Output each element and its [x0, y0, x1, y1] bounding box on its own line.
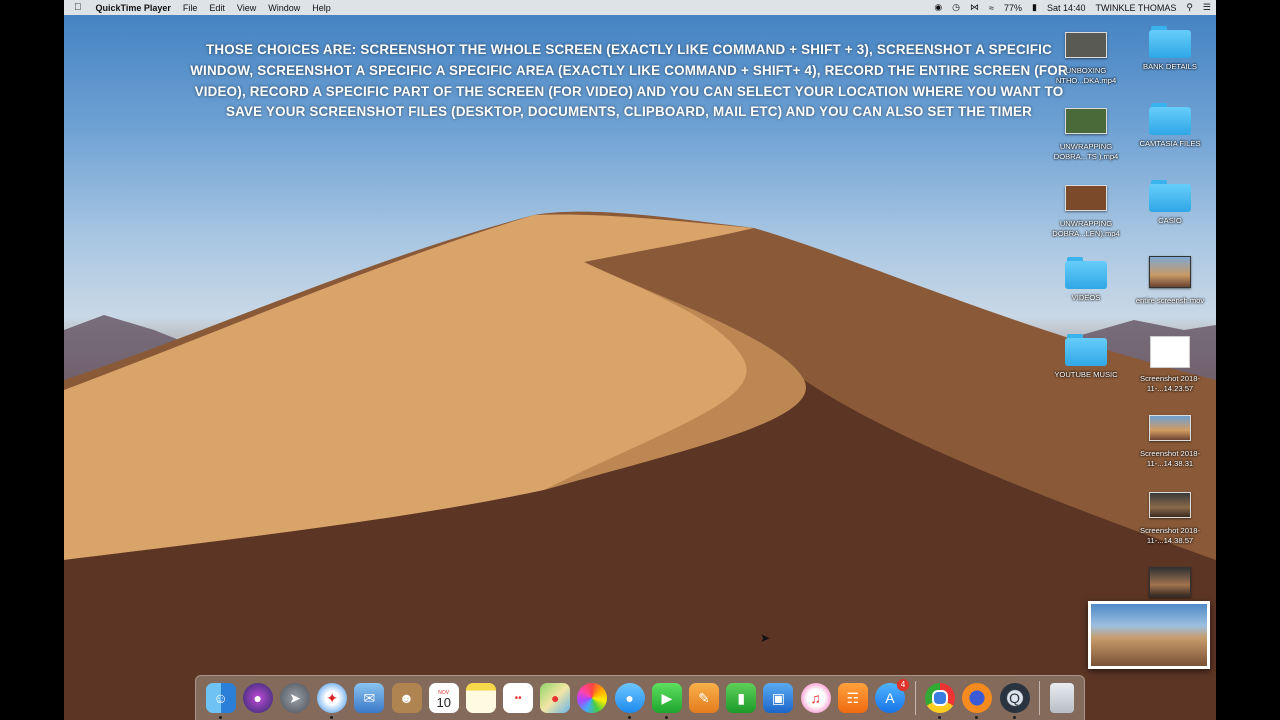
desktop-folder-camtasia[interactable]: CAMTASIA FILES: [1131, 103, 1209, 149]
image-thumbnail: [1149, 567, 1191, 597]
video-thumbnail: [1065, 108, 1107, 134]
folder-icon: [1149, 26, 1191, 58]
calendar-icon[interactable]: NOV 10: [428, 683, 459, 713]
desktop-screen:  QuickTime Player File Edit View Window…: [64, 0, 1216, 720]
desktop-screenshot-1[interactable]: Screenshot 2018-11-...14.23.57: [1131, 334, 1209, 394]
menu-window[interactable]: Window: [262, 3, 306, 13]
launchpad-icon[interactable]: ➤: [279, 683, 310, 713]
folder-icon: [1065, 334, 1107, 366]
tutorial-caption: THOSE CHOICES ARE: SCREENSHOT THE WHOLE …: [190, 42, 1068, 120]
desktop-video-entire-screenshot[interactable]: entire screensh.mov: [1131, 250, 1209, 306]
calendar-day: 10: [436, 695, 451, 710]
menu-edit[interactable]: Edit: [203, 3, 231, 13]
numbers-icon[interactable]: ▮: [726, 683, 757, 713]
mouse-cursor-icon: ➤: [760, 631, 771, 645]
menu-user[interactable]: TWINKLE THOMAS: [1090, 3, 1181, 13]
desktop-item-label: VIDEOS: [1071, 293, 1101, 302]
image-thumbnail: [1149, 415, 1191, 441]
folder-icon: [1149, 180, 1191, 212]
desktop-folder-youtube-music[interactable]: YOUTUBE MUSIC: [1047, 334, 1125, 380]
wifi-icon[interactable]: ≈: [984, 3, 999, 13]
battery-icon[interactable]: ▮: [1027, 2, 1042, 13]
desktop-item-label: Screenshot 2018-11-...14.38.57: [1140, 526, 1200, 545]
facetime-icon[interactable]: ▶: [651, 683, 682, 719]
desktop-screenshot-3[interactable]: Screenshot 2018-11-...14.38.57: [1131, 486, 1209, 546]
folder-icon: [1065, 257, 1107, 289]
desktop-folder-casio[interactable]: CASIO: [1131, 180, 1209, 226]
trash-icon[interactable]: [1049, 683, 1074, 713]
desktop-item-label: BANK DETAILS: [1143, 62, 1197, 71]
desktop-item-label: Screenshot 2018-11-...14.23.57: [1140, 374, 1200, 393]
itunes-icon[interactable]: ♫: [800, 683, 831, 713]
menu-app-name[interactable]: QuickTime Player: [90, 3, 177, 13]
desktop-folder-bank-details[interactable]: BANK DETAILS: [1131, 26, 1209, 72]
battery-percent[interactable]: 77%: [999, 3, 1027, 13]
mail-icon[interactable]: ✉: [354, 683, 385, 713]
desktop-item-label: YOUTUBE MUSIC: [1054, 370, 1118, 379]
video-thumbnail: [1149, 256, 1191, 288]
quicktime-icon[interactable]: Q: [999, 683, 1030, 719]
desktop-item-label: Screenshot 2018-11-...14.38.31: [1140, 449, 1200, 468]
firefox-icon[interactable]: [962, 683, 993, 719]
video-thumbnail: [1065, 32, 1107, 58]
menu-file[interactable]: File: [177, 3, 204, 13]
record-status-icon[interactable]: ◉: [929, 2, 947, 13]
time-machine-icon[interactable]: ◷: [947, 2, 965, 13]
desktop-video-unboxing[interactable]: UNBOXING NTHO...DKA.mp4: [1047, 26, 1125, 86]
desktop-item-label: UNWRAPPING DOBRA...LEN).mp4: [1052, 219, 1120, 238]
folder-icon: [1149, 103, 1191, 135]
bluetooth-icon[interactable]: ⋈: [965, 2, 984, 13]
keynote-icon[interactable]: ▣: [763, 683, 794, 713]
document-thumbnail: [1150, 336, 1190, 368]
app-store-icon[interactable]: A4: [874, 679, 909, 713]
menu-view[interactable]: View: [231, 3, 262, 13]
menu-bar:  QuickTime Player File Edit View Window…: [64, 0, 1216, 15]
desktop-screenshot-2[interactable]: Screenshot 2018-11-...14.38.31: [1131, 409, 1209, 469]
desktop-video-unwrapping-1[interactable]: UNWRAPPING DOBRA...TS ).mp4: [1047, 102, 1125, 162]
desktop-folder-videos[interactable]: VIDEOS: [1047, 257, 1125, 303]
reminders-icon[interactable]: ••: [503, 683, 534, 713]
desktop-item-label: CASIO: [1158, 216, 1182, 225]
contacts-icon[interactable]: ☻: [391, 683, 422, 713]
desktop-item-label: entire screensh.mov: [1135, 296, 1205, 305]
desktop-item-label: CAMTASIA FILES: [1139, 139, 1201, 148]
spotlight-search-icon[interactable]: ⚲: [1181, 2, 1198, 13]
menu-clock[interactable]: Sat 14:40: [1042, 3, 1091, 13]
dock-separator: [1039, 681, 1041, 715]
books-icon[interactable]: ☶: [837, 683, 868, 713]
dock-separator: [914, 681, 916, 715]
menu-help[interactable]: Help: [306, 3, 337, 13]
app-store-badge: 4: [896, 679, 909, 691]
desktop-screenshot-4[interactable]: [1131, 561, 1209, 605]
screenshot-floating-thumbnail[interactable]: [1088, 601, 1210, 669]
messages-icon[interactable]: ●: [614, 683, 645, 719]
image-thumbnail: [1149, 492, 1191, 518]
video-thumbnail: [1065, 185, 1107, 211]
dock: ☺ ● ➤ ✦ ✉ ☻ NOV 10 •• ● ● ▶ ✎ ▮ ▣ ♫ ☶ A4…: [195, 675, 1085, 720]
chrome-icon[interactable]: [925, 683, 956, 719]
desktop-video-unwrapping-2[interactable]: UNWRAPPING DOBRA...LEN).mp4: [1047, 179, 1125, 239]
desktop-item-label: UNWRAPPING DOBRA...TS ).mp4: [1053, 142, 1119, 161]
siri-icon[interactable]: ●: [242, 683, 273, 713]
desktop-item-label: UNBOXING NTHO...DKA.mp4: [1055, 66, 1117, 85]
notes-icon[interactable]: [465, 683, 496, 713]
safari-icon[interactable]: ✦: [317, 683, 348, 719]
apple-menu-icon[interactable]: : [64, 2, 90, 13]
maps-icon[interactable]: ●: [540, 683, 571, 713]
notification-center-icon[interactable]: ☰: [1198, 2, 1216, 13]
pages-icon[interactable]: ✎: [689, 683, 720, 713]
photos-icon[interactable]: [577, 683, 608, 713]
finder-icon[interactable]: ☺: [205, 683, 236, 719]
